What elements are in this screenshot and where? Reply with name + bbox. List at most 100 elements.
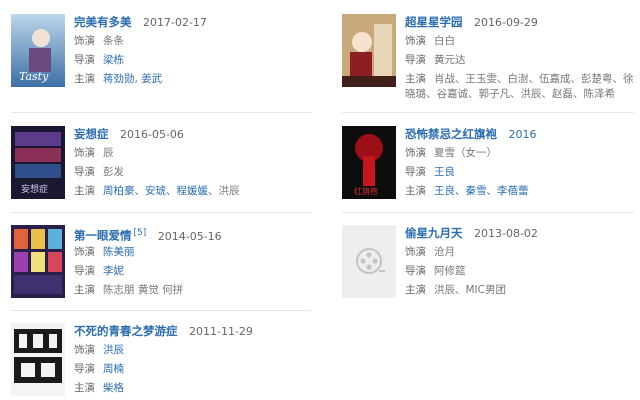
role-label: 饰演	[405, 246, 426, 258]
film-reel-icon	[342, 225, 396, 298]
director-link[interactable]: 王良	[434, 166, 455, 178]
director-link[interactable]: 李妮	[103, 265, 124, 277]
movie-card: 第一眼爱情 [5] 2014-05-16 饰演 陈美丽 导演 李妮 主演 陈志朋 黄觉 …	[11, 225, 311, 321]
poster-image-icon: Tasty	[11, 14, 65, 87]
director-link[interactable]: 梁栋	[103, 54, 124, 66]
cast-link[interactable]: 蒋劲勋	[103, 73, 135, 85]
director-label: 导演	[74, 54, 95, 66]
cast-link[interactable]: 姜武	[141, 73, 162, 85]
cast-link[interactable]: 周柏豪	[103, 185, 135, 197]
movie-title-link[interactable]: 恐怖禁忌之红旗袍	[405, 127, 497, 141]
cast-name: 伍嘉成	[539, 73, 571, 85]
cast-name: 谷嘉诚	[436, 88, 469, 100]
cast-label: 主演	[405, 284, 426, 296]
role-label: 饰演	[405, 35, 426, 47]
movie-title-link[interactable]: 超星星学园	[405, 15, 463, 29]
movie-poster[interactable]	[342, 14, 396, 87]
role-label: 饰演	[74, 35, 95, 47]
cast-name: 白澍	[507, 73, 529, 85]
director-label: 导演	[405, 265, 426, 277]
director-label: 导演	[405, 166, 426, 178]
svg-text:妄想症: 妄想症	[21, 183, 48, 195]
role-label: 饰演	[74, 344, 95, 356]
movie-card: 红旗袍 恐怖禁忌之红旗袍 2016 饰演 夏雪（女一） 导演 王良 主演 王良、秦雪、…	[342, 126, 640, 222]
movie-title-link[interactable]: 不死的青春之梦游症	[74, 324, 178, 338]
director-value: 彭发	[103, 166, 124, 178]
role-value: 白白	[434, 35, 455, 47]
director-label: 导演	[405, 54, 426, 66]
release-date: 2014-05-16	[157, 229, 222, 243]
movie-card: 偷星九月天 2013-08-02 饰演 沧月 导演 阿修筵 主演 洪辰、MIC男团	[342, 225, 640, 321]
poster-image-icon	[11, 225, 65, 298]
director-value: 黄元达	[434, 54, 466, 66]
role-value: 辰	[103, 147, 114, 159]
cast-name: 陈泽希	[583, 88, 616, 100]
cast-name: 陈志朋	[103, 284, 135, 296]
cast-name: 何拼	[162, 284, 184, 296]
cast-label: 主演	[74, 284, 95, 296]
cast-name: 郭子凡	[478, 88, 511, 100]
release-date: 2011-11-29	[189, 325, 253, 338]
movie-card: 超星星学园 2016-09-29 饰演 白白 导演 黄元达 主演 肖战、王玉雯、白澍、…	[342, 14, 640, 110]
cast-name: MIC男团	[465, 284, 507, 296]
cast-label: 主演	[405, 73, 426, 85]
role-link[interactable]: 陈美丽	[103, 246, 135, 258]
cast-name: 彭楚粤	[581, 73, 613, 85]
cast-label: 主演	[405, 185, 426, 197]
cast-name: 肖战	[434, 73, 455, 85]
movie-poster[interactable]	[11, 225, 65, 298]
release-date: 2017-02-17	[143, 16, 207, 29]
poster-image-icon: 妄想症	[11, 126, 65, 199]
movie-poster[interactable]: 妄想症	[11, 126, 65, 199]
director-label: 导演	[74, 265, 95, 277]
director-label: 导演	[74, 166, 95, 178]
role-value: 夏雪（女一）	[434, 147, 497, 159]
cast-link[interactable]: 王良	[434, 185, 455, 197]
cast-name: 王玉雯	[465, 73, 498, 85]
movie-title-link[interactable]: 第一眼爱情	[74, 229, 132, 243]
poster-image-icon	[342, 14, 396, 87]
divider	[342, 112, 634, 113]
movie-poster[interactable]	[11, 323, 65, 396]
cast-name: 赵磊	[552, 88, 573, 100]
cast-link[interactable]: 柴格	[103, 382, 124, 394]
cast-link[interactable]: 安琥	[145, 185, 166, 197]
movie-title-link[interactable]: 妄想症	[74, 127, 109, 141]
release-date: 2016-05-06	[120, 128, 184, 141]
cast-name: 洪辰	[434, 284, 455, 296]
divider	[11, 310, 311, 311]
role-link[interactable]: 洪辰	[103, 344, 124, 356]
cast-link[interactable]: 秦雪	[466, 185, 487, 197]
poster-image-icon: 红旗袍	[342, 126, 396, 199]
cast-link[interactable]: 程媛媛	[177, 185, 209, 197]
movie-card: Tasty 完美有多美 2017-02-17 饰演 条条 导演 梁栋 主演 蒋劲勋, …	[11, 14, 311, 110]
movie-poster[interactable]: Tasty	[11, 14, 65, 87]
role-label: 饰演	[74, 246, 95, 258]
divider	[11, 112, 311, 113]
cast-name: 黄觉	[137, 284, 159, 296]
role-label: 饰演	[74, 147, 95, 159]
movie-poster[interactable]: 红旗袍	[342, 126, 396, 199]
reference-link[interactable]: [5]	[134, 228, 147, 238]
role-value: 沧月	[434, 246, 455, 258]
filmography-grid: Tasty 完美有多美 2017-02-17 饰演 条条 导演 梁栋 主演 蒋劲勋, …	[0, 0, 640, 400]
director-label: 导演	[74, 363, 95, 375]
movie-title-link[interactable]: 偷星九月天	[405, 226, 463, 240]
director-link[interactable]: 周楠	[103, 363, 124, 375]
role-label: 饰演	[405, 147, 426, 159]
release-date: 2013-08-02	[474, 227, 538, 240]
release-date-link[interactable]: 2016	[509, 128, 537, 141]
cast-name: 洪辰	[218, 185, 240, 197]
svg-text:红旗袍: 红旗袍	[354, 186, 378, 196]
svg-text:Tasty: Tasty	[19, 70, 49, 83]
movie-title-link[interactable]: 完美有多美	[74, 15, 132, 29]
cast-label: 主演	[74, 382, 95, 394]
cast-label: 主演	[74, 185, 95, 197]
director-value: 阿修筵	[434, 265, 466, 277]
role-value: 条条	[103, 35, 124, 47]
cast-label: 主演	[74, 73, 95, 85]
divider	[11, 212, 311, 213]
release-date: 2016-09-29	[474, 16, 538, 29]
cast-link[interactable]: 李蓓蕾	[497, 185, 529, 197]
movie-poster-placeholder[interactable]	[342, 225, 396, 298]
